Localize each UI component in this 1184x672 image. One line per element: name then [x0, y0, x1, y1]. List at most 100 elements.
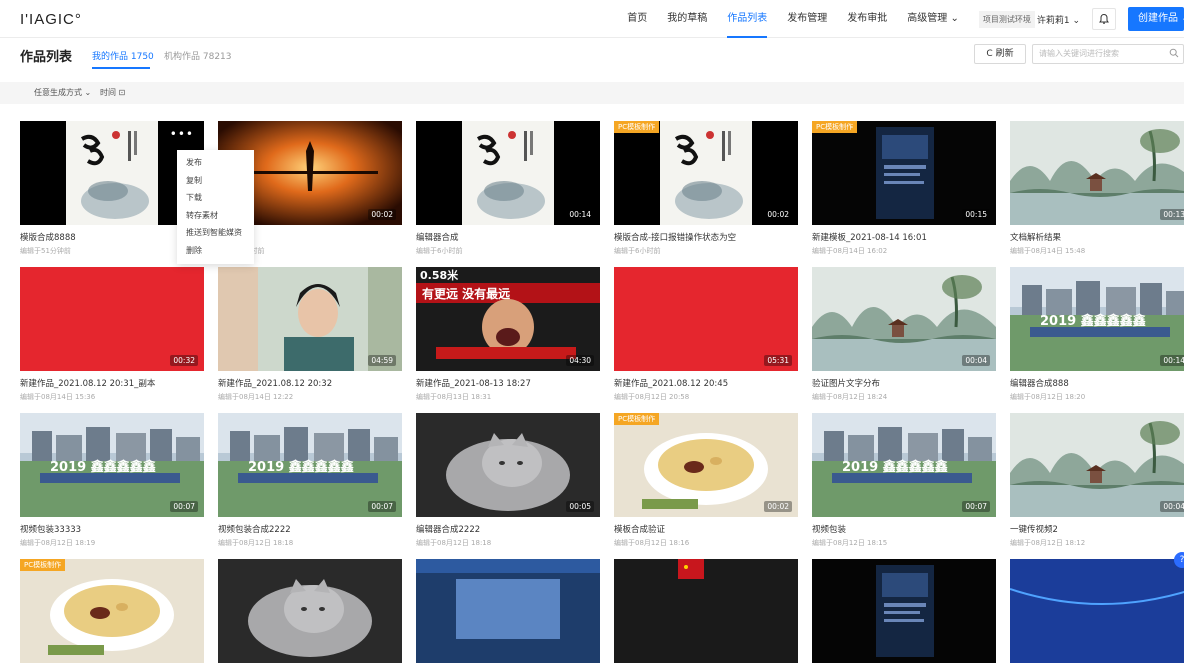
work-title[interactable]: 模板合成验证 [614, 523, 798, 535]
work-thumbnail[interactable]: 00:14 [416, 121, 600, 225]
refresh-button[interactable]: C 刷新 [974, 44, 1026, 64]
create-work-button[interactable]: 创建作品 ⌄ [1128, 7, 1184, 31]
work-thumbnail[interactable]: 2019 鑫鑫鑫鑫鑫 00:07 [812, 413, 996, 517]
filter-generation-method[interactable]: 任意生成方式 ⌄ [34, 87, 91, 98]
work-card[interactable]: 00:13 文档解析结果编辑于08月14日 15:48 [1010, 121, 1184, 256]
work-card[interactable]: 04:59 新建作品_2021.08.12 20:32 编辑于08月14日 12:2… [218, 267, 402, 402]
nav-publish-approval[interactable]: 发布审批 [847, 0, 887, 38]
work-card[interactable]: 00:32 新建作品_2021.08.12 20:31_副本 编辑于08月14日 1… [20, 267, 204, 402]
menu-delete[interactable]: 删除 [177, 242, 254, 260]
env-tag: 项目测试环境 [978, 10, 1035, 28]
nav-publish-manage[interactable]: 发布管理 [787, 0, 827, 38]
work-card[interactable] [614, 559, 798, 672]
work-card[interactable] [1010, 559, 1184, 672]
work-thumbnail[interactable] [614, 559, 798, 663]
work-thumbnail[interactable] [218, 559, 402, 663]
menu-publish[interactable]: 发布 [177, 154, 254, 172]
work-thumbnail[interactable]: 2019 鑫鑫鑫鑫鑫 00:14 [1010, 267, 1184, 371]
work-thumbnail[interactable]: 0.58米 有更远 没有最远 04:30 [416, 267, 600, 371]
work-card[interactable]: 2019 鑫鑫鑫鑫鑫 00:07 视频包装 编辑于08月12日 18:15 [812, 413, 996, 548]
work-title[interactable]: 一键传视频2 [1010, 523, 1184, 535]
work-title[interactable]: 编辑器合成 [416, 231, 600, 243]
work-edit-time: 编辑于6小时前 [614, 247, 661, 255]
filter-time[interactable]: 时间 ⊡ [100, 87, 125, 98]
work-thumbnail[interactable]: 04:59 [218, 267, 402, 371]
work-thumbnail[interactable] [812, 559, 996, 663]
work-thumbnail[interactable]: 00:13 [1010, 121, 1184, 225]
work-thumbnail[interactable]: 00:04 [812, 267, 996, 371]
tab-my-works[interactable]: 我的作品 1750 [92, 49, 154, 62]
work-thumbnail[interactable]: 00:04 [1010, 413, 1184, 517]
work-title[interactable]: 新建作品_2021.08.12 20:31_副本 [20, 377, 204, 389]
pc-template-badge: PC模板制作 [614, 413, 660, 425]
work-thumbnail[interactable]: 05:31 [614, 267, 798, 371]
work-title[interactable]: 编辑器合成2222 [416, 523, 600, 535]
work-title[interactable]: 新建作品_2021.08.12 20:32 [218, 377, 402, 389]
work-thumbnail[interactable]: 2019 鑫鑫鑫鑫鑫 00:07 [218, 413, 402, 517]
help-icon[interactable]: ? [1174, 552, 1184, 568]
work-card[interactable] [416, 559, 600, 672]
work-thumbnail[interactable]: PC模板制作 00:15 [812, 121, 996, 225]
work-edit-time: 编辑于08月14日 12:22 [218, 393, 294, 401]
work-edit-time: 编辑于08月12日 20:58 [614, 393, 690, 401]
work-card[interactable]: PC模板制作 00:02 模版合成-接口报错操作状态为空编辑于6小时前 [614, 121, 798, 256]
work-title[interactable]: 文档解析结果 [1010, 231, 1184, 243]
work-card[interactable]: 00:04 验证图片文字分布编辑于08月12日 18:24 [812, 267, 996, 402]
work-title[interactable]: 新建模板_2021-08-14 16:01 [812, 231, 996, 243]
nav-drafts[interactable]: 我的草稿 [667, 0, 707, 38]
search-placeholder: 请输入关键词进行搜索 [1039, 49, 1119, 58]
work-thumbnail[interactable]: PC模板制作 00:02 [614, 413, 798, 517]
work-title[interactable]: 验证图片文字分布 [812, 377, 996, 389]
menu-save-as-material[interactable]: 转存素材 [177, 207, 254, 225]
work-card[interactable]: 2019 鑫鑫鑫鑫鑫 00:07 视频包装33333 编辑于08月12日 18:19 [20, 413, 204, 548]
work-thumbnail[interactable]: 00:32 [20, 267, 204, 371]
work-thumbnail[interactable] [416, 559, 600, 663]
work-title[interactable]: 新建作品_2021.08.12 20:45 [614, 377, 798, 389]
duration-badge: 00:07 [170, 501, 198, 512]
work-thumbnail[interactable]: 2019 鑫鑫鑫鑫鑫 00:07 [20, 413, 204, 517]
work-edit-time: 编辑于08月12日 18:24 [812, 393, 888, 401]
menu-copy[interactable]: 复制 [177, 172, 254, 190]
work-title[interactable]: 视频包装 [812, 523, 996, 535]
work-card[interactable]: 2019 鑫鑫鑫鑫鑫 00:07 视频包装合成2222 编辑于08月12日 18:18 [218, 413, 402, 548]
work-thumbnail[interactable]: 00:05 [416, 413, 600, 517]
work-card[interactable]: PC模板制作 00:15 新建模板_2021-08-14 16:01 编辑于08月14… [812, 121, 996, 256]
app-logo[interactable]: I'IAGIC° [20, 11, 82, 28]
work-card[interactable]: 00:05 编辑器合成2222 编辑于08月12日 18:18 [416, 413, 600, 548]
work-title[interactable]: 编辑器合成888 [1010, 377, 1184, 389]
work-card[interactable]: PC模板制作 [20, 559, 204, 672]
work-card[interactable]: 00:04 一键传视频2 编辑于08月12日 18:12 [1010, 413, 1184, 548]
work-card[interactable]: 05:31 新建作品_2021.08.12 20:45 编辑于08月12日 20:5… [614, 267, 798, 402]
user-menu[interactable]: 许莉莉1 ⌄ [1037, 13, 1080, 26]
svg-text:2019 鑫鑫鑫鑫鑫: 2019 鑫鑫鑫鑫鑫 [50, 459, 156, 475]
work-title[interactable]: 视频包装合成2222 [218, 523, 402, 535]
work-edit-time: 编辑于08月14日 15:48 [1010, 247, 1086, 255]
work-thumbnail[interactable] [1010, 559, 1184, 663]
work-title[interactable]: 模版合成-接口报错操作状态为空 [614, 231, 798, 243]
work-title[interactable]: 视频包装33333 [20, 523, 204, 535]
work-card[interactable] [218, 559, 402, 672]
work-thumbnail[interactable]: PC模板制作 00:02 [614, 121, 798, 225]
nav-works-list[interactable]: 作品列表 [727, 0, 768, 38]
work-card[interactable]: PC模板制作 00:02 模板合成验证 编辑于08月12日 18:16 [614, 413, 798, 548]
work-edit-time: 编辑于08月12日 18:20 [1010, 393, 1086, 401]
work-card[interactable]: 00:14 编辑器合成 编辑于6小时前 [416, 121, 600, 256]
work-thumbnail[interactable]: PC模板制作 [20, 559, 204, 663]
duration-badge: 00:05 [566, 501, 594, 512]
work-card[interactable] [812, 559, 996, 672]
search-input[interactable]: 请输入关键词进行搜索 [1032, 44, 1184, 64]
pc-template-badge: PC模板制作 [614, 121, 660, 133]
work-card[interactable]: 2019 鑫鑫鑫鑫鑫 00:14 编辑器合成888 编辑于08月12日 18:20 [1010, 267, 1184, 402]
work-edit-time: 编辑于08月12日 18:18 [416, 539, 492, 547]
tab-org-works[interactable]: 机构作品 78213 [164, 49, 232, 62]
work-card[interactable]: 0.58米 有更远 没有最远 04:30 新建作品_2021-08-13 18:27 编… [416, 267, 600, 402]
work-title[interactable]: 新建作品_2021-08-13 18:27 [416, 377, 600, 389]
nav-advanced-manage[interactable]: 高级管理 ⌄ [907, 0, 959, 38]
menu-download[interactable]: 下载 [177, 189, 254, 207]
page-title: 作品列表 [20, 50, 73, 65]
more-options-icon[interactable]: ••• [170, 127, 194, 141]
search-icon[interactable] [1169, 48, 1179, 58]
nav-home[interactable]: 首页 [627, 0, 647, 38]
menu-push-to-media[interactable]: 推送到智能媒资 [177, 224, 254, 242]
bell-icon[interactable] [1092, 8, 1116, 30]
